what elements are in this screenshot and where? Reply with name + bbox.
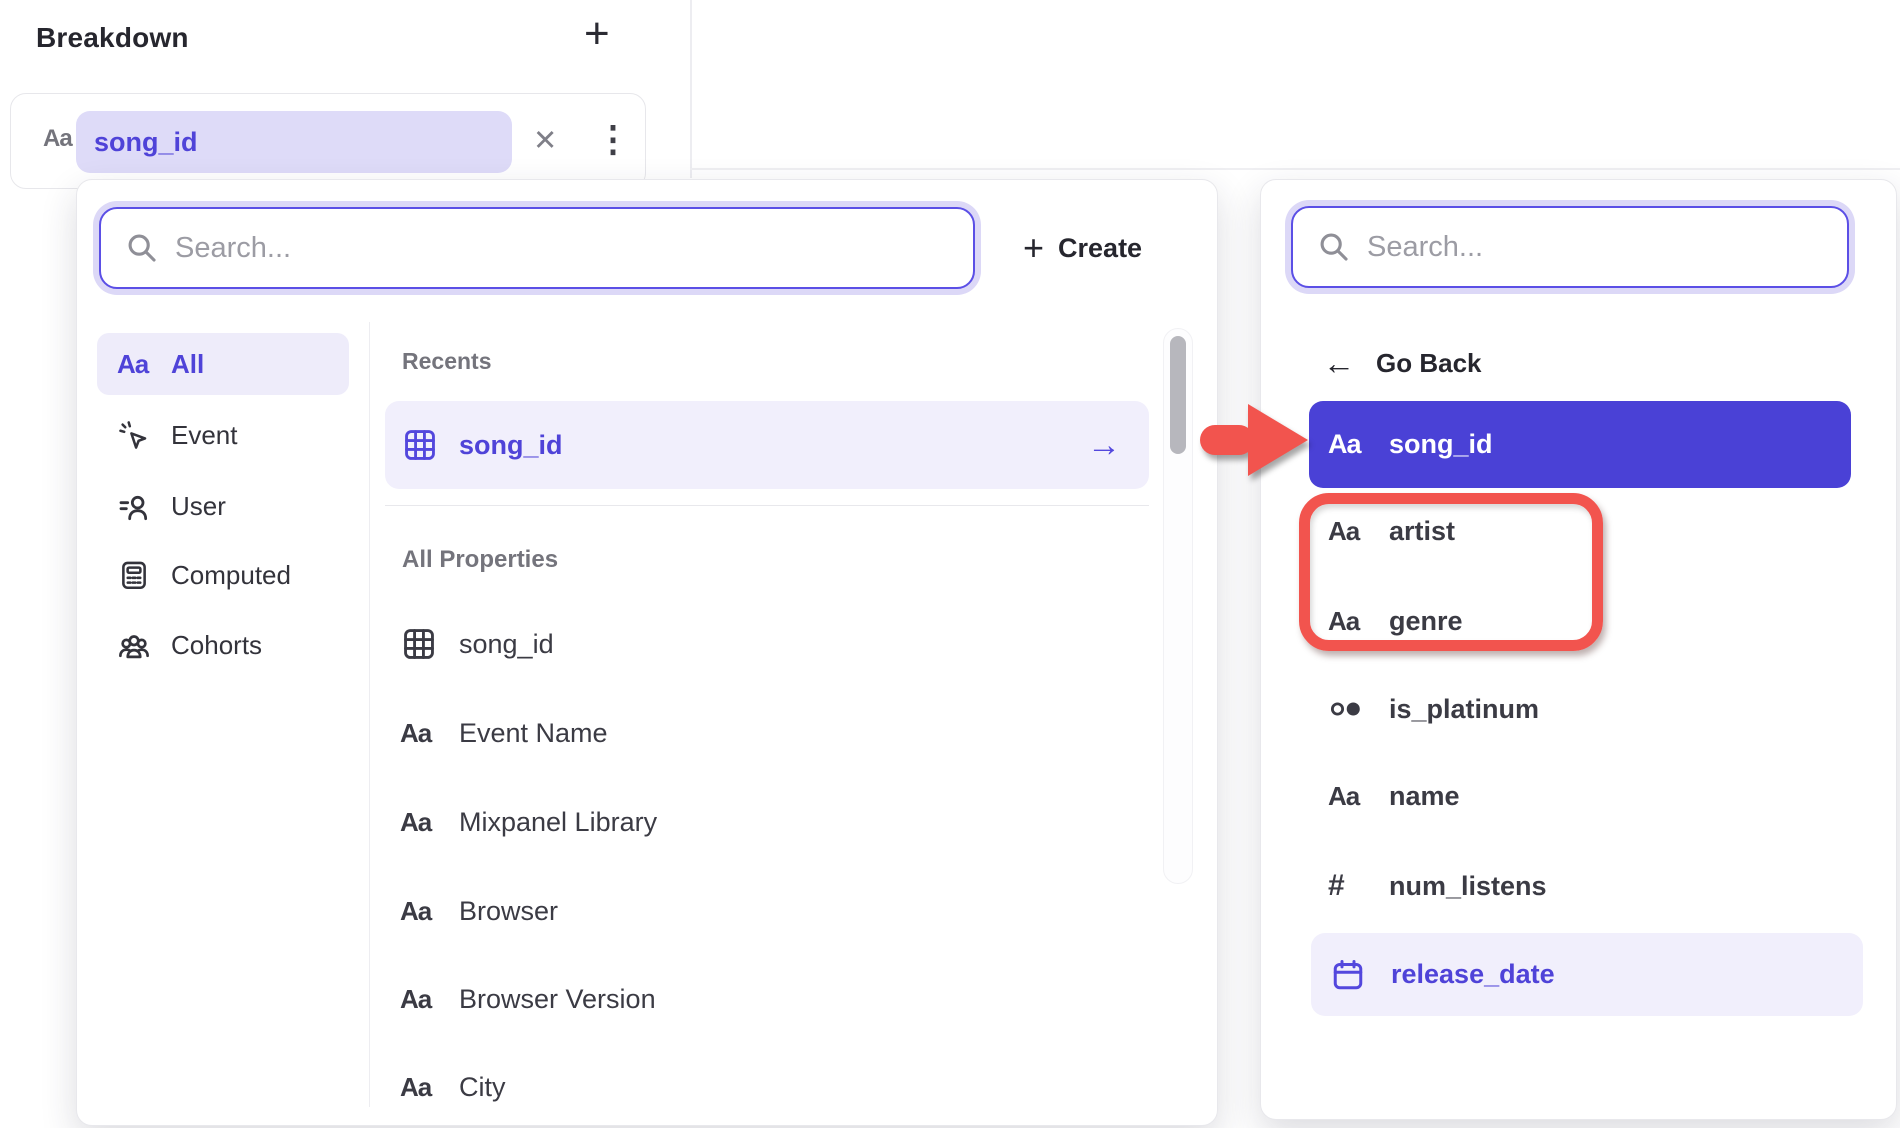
aa-icon: Aa [1328, 429, 1374, 460]
property-label: genre [1389, 606, 1463, 637]
right-search-box[interactable] [1291, 206, 1849, 288]
property-label: Browser [459, 896, 558, 927]
back-arrow-icon: ← [1323, 345, 1363, 382]
plus-icon: + [1023, 230, 1044, 266]
grid-table-icon [401, 426, 443, 464]
category-tab-user[interactable]: User [97, 475, 349, 537]
go-back-label: Go Back [1376, 348, 1482, 379]
aa-icon: Aa [400, 807, 442, 838]
category-tab-event[interactable]: Event [97, 404, 349, 466]
calendar-icon [1330, 957, 1376, 993]
breakdown-chip-value: song_id [94, 127, 198, 158]
annotation-arrow-icon [1198, 398, 1313, 487]
aa-icon: Aa [117, 349, 163, 380]
property-label: artist [1389, 516, 1455, 547]
property-item-name[interactable]: Aa name [1309, 768, 1851, 824]
background-divider-vertical [690, 0, 692, 178]
create-label: Create [1058, 233, 1142, 264]
property-label: Event Name [459, 718, 608, 749]
category-label: Cohorts [171, 630, 262, 661]
property-detail-panel: ← Go Back Aa song_id Aa artist Aa genre … [1260, 179, 1897, 1120]
all-properties-header: All Properties [402, 546, 558, 574]
property-label: is_platinum [1389, 694, 1539, 725]
property-label: num_listens [1389, 871, 1547, 902]
grid-table-icon [400, 625, 442, 663]
property-item-browser[interactable]: Aa Browser [385, 883, 1149, 939]
recents-divider [385, 505, 1149, 506]
add-breakdown-icon[interactable]: + [584, 8, 610, 60]
number-hash-icon: # [1328, 869, 1374, 903]
property-item-genre[interactable]: Aa genre [1309, 593, 1851, 649]
breakdown-header: Breakdown + [36, 14, 616, 62]
drill-in-arrow-icon[interactable]: → [1087, 426, 1121, 465]
category-label: User [171, 491, 226, 522]
property-label: Mixpanel Library [459, 807, 657, 838]
right-search-input[interactable] [1367, 231, 1827, 264]
recent-property-song-id[interactable]: song_id → [385, 401, 1149, 489]
category-tab-all[interactable]: Aa All [97, 333, 349, 395]
category-tab-cohorts[interactable]: Cohorts [97, 614, 349, 676]
aa-icon: Aa [400, 984, 442, 1015]
property-item-city[interactable]: Aa City [385, 1059, 1149, 1115]
property-label: release_date [1391, 959, 1555, 990]
remove-breakdown-icon[interactable]: ✕ [533, 123, 557, 158]
property-picker-panel: + Create Aa All Event User Computed Coho… [76, 179, 1218, 1126]
category-label: Computed [171, 560, 291, 591]
aa-icon: Aa [1328, 781, 1374, 812]
recents-header: Recents [402, 348, 491, 375]
recent-property-label: song_id [459, 430, 563, 461]
breakdown-chip-card: Aa song_id ✕ ⋮ [10, 93, 646, 189]
aa-icon: Aa [1328, 516, 1374, 547]
string-type-icon: Aa [43, 125, 72, 153]
search-icon [125, 231, 159, 265]
aa-icon: Aa [1328, 606, 1374, 637]
category-label: All [171, 349, 204, 380]
background-divider-horizontal [690, 168, 1900, 170]
property-label: song_id [459, 629, 554, 660]
create-property-button[interactable]: + Create [1023, 220, 1142, 276]
calculator-icon [117, 558, 163, 592]
property-item-song-id-selected[interactable]: Aa song_id [1309, 401, 1851, 488]
go-back-button[interactable]: ← Go Back [1323, 338, 1482, 388]
property-label: name [1389, 781, 1460, 812]
property-item-num-listens[interactable]: # num_listens [1309, 858, 1851, 914]
property-item-song-id[interactable]: song_id [385, 616, 1149, 672]
event-cursor-icon [117, 419, 163, 451]
breakdown-title: Breakdown [36, 22, 189, 54]
user-list-icon [117, 490, 163, 522]
scrollbar-thumb[interactable] [1170, 336, 1186, 454]
breakdown-chip[interactable]: song_id [76, 111, 512, 173]
category-list-divider [369, 322, 370, 1107]
category-tab-computed[interactable]: Computed [97, 544, 349, 606]
search-icon [1317, 230, 1351, 264]
property-item-artist[interactable]: Aa artist [1309, 503, 1851, 559]
cohorts-people-icon [117, 628, 163, 662]
left-search-box[interactable] [99, 207, 975, 289]
aa-icon: Aa [400, 896, 442, 927]
property-item-browser-version[interactable]: Aa Browser Version [385, 971, 1149, 1027]
property-label: City [459, 1072, 506, 1103]
property-item-mixpanel-library[interactable]: Aa Mixpanel Library [385, 794, 1149, 850]
boolean-icon [1328, 695, 1374, 723]
property-label: song_id [1389, 429, 1493, 460]
property-label: Browser Version [459, 984, 656, 1015]
property-item-event-name[interactable]: Aa Event Name [385, 705, 1149, 761]
property-item-is-platinum[interactable]: is_platinum [1309, 681, 1851, 737]
category-label: Event [171, 420, 238, 451]
aa-icon: Aa [400, 718, 442, 749]
breakdown-options-icon[interactable]: ⋮ [595, 118, 631, 160]
property-item-release-date[interactable]: release_date [1311, 933, 1863, 1016]
aa-icon: Aa [400, 1072, 442, 1103]
left-search-input[interactable] [175, 232, 953, 265]
